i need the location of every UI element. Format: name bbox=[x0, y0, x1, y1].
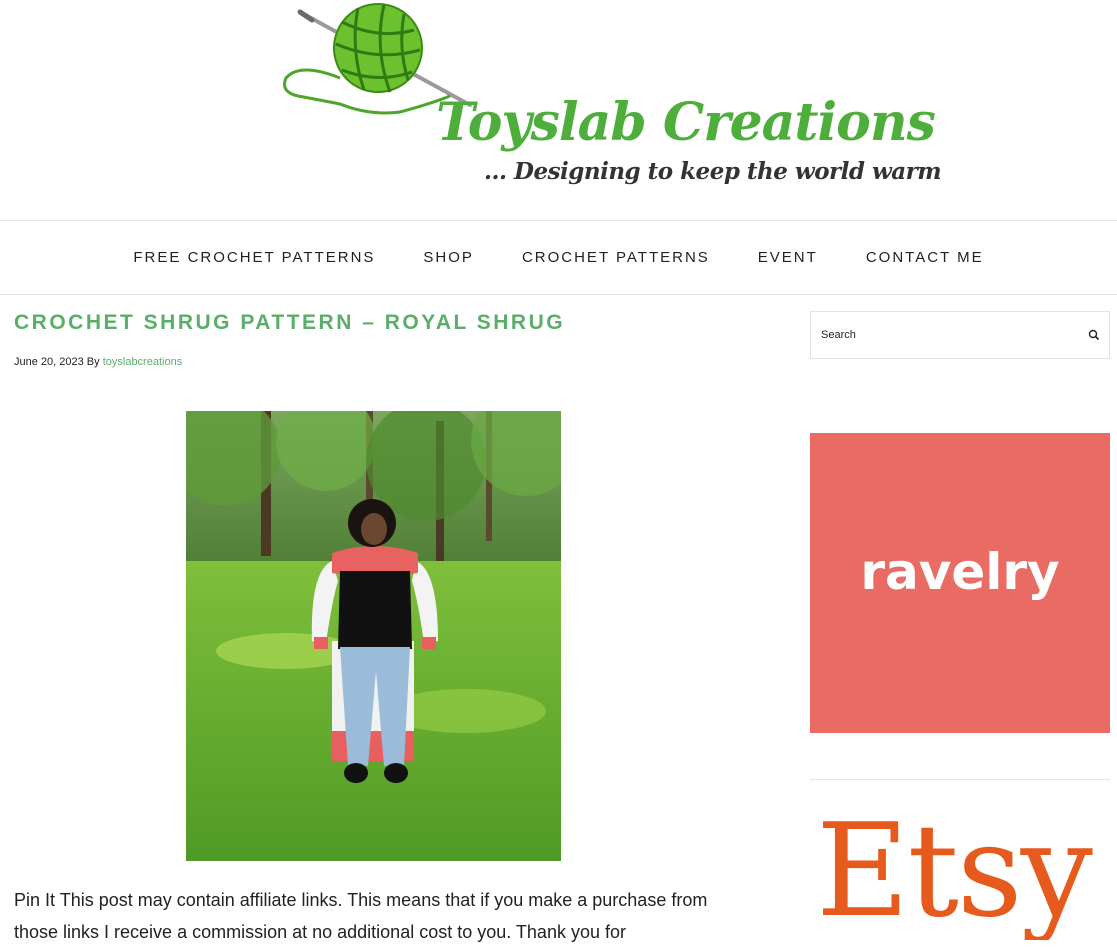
main-nav: FREE CROCHET PATTERNS SHOP CROCHET PATTE… bbox=[0, 220, 1117, 295]
post-featured-image[interactable] bbox=[186, 411, 561, 861]
search-form bbox=[810, 311, 1110, 359]
etsy-banner[interactable]: Etsy bbox=[810, 800, 1110, 940]
ravelry-banner[interactable]: ravelry bbox=[810, 433, 1110, 733]
nav-item-event[interactable]: EVENT bbox=[734, 221, 842, 294]
sidebar-divider bbox=[810, 779, 1110, 780]
post-author-link[interactable]: toyslabcreations bbox=[103, 356, 183, 368]
post-date: June 20, 2023 bbox=[14, 356, 84, 368]
etsy-logo-text: Etsy bbox=[816, 800, 1093, 940]
logo-tagline: ... Designing to keep the world warm bbox=[484, 158, 942, 185]
logo-title: Toyslab Creations bbox=[436, 92, 936, 153]
nav-item-shop[interactable]: SHOP bbox=[399, 221, 498, 294]
post-by-label: By bbox=[86, 356, 100, 368]
search-icon[interactable] bbox=[1087, 328, 1101, 342]
ravelry-logo-text: ravelry bbox=[860, 543, 1060, 601]
search-input[interactable] bbox=[811, 312, 1091, 358]
nav-item-free-crochet-patterns[interactable]: FREE CROCHET PATTERNS bbox=[109, 221, 399, 294]
post-meta: June 20, 2023 By toyslabcreations bbox=[14, 356, 182, 368]
site-logo[interactable]: Toyslab Creations ... Designing to keep … bbox=[280, 0, 942, 200]
post-intro-text: Pin It This post may contain affiliate l… bbox=[14, 890, 708, 942]
nav-item-crochet-patterns[interactable]: CROCHET PATTERNS bbox=[498, 221, 734, 294]
post-title[interactable]: CROCHET SHRUG PATTERN – ROYAL SHRUG bbox=[14, 311, 565, 335]
site-header: Toyslab Creations ... Designing to keep … bbox=[0, 0, 1117, 220]
woman-in-shrug-photo bbox=[186, 411, 561, 861]
nav-item-contact-me[interactable]: CONTACT ME bbox=[842, 221, 1008, 294]
